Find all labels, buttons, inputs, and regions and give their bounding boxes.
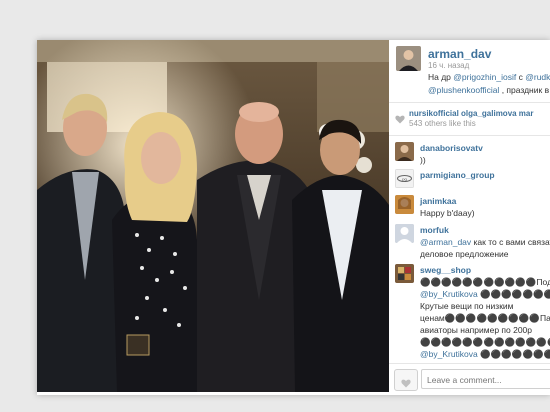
post-modal: arman_dav 16 ч. назад На др @prigozhin_i… <box>37 40 550 395</box>
author-username[interactable]: arman_dav <box>428 47 491 61</box>
comment-text: ⚫⚫⚫⚫⚫⚫⚫⚫⚫⚫⚫Подписыва @by_Krutikova ⚫⚫⚫⚫⚫… <box>420 276 550 360</box>
commenter-avatar[interactable] <box>395 195 414 214</box>
photo-illustration <box>37 40 389 392</box>
comment-line[interactable]: @by_Krutikova ⚫⚫⚫⚫⚫⚫⚫⚫⚫⚫ <box>420 289 550 299</box>
comment-footer: Leave a comment... <box>389 363 550 395</box>
comment-text: @arman_dav как то с вами связать деловое… <box>420 236 550 260</box>
commenter-username[interactable]: danaborisovatv <box>420 143 483 153</box>
commenter-username[interactable]: parmigiano_group <box>420 170 495 180</box>
comment-text: )) <box>420 155 426 165</box>
post-header: arman_dav 16 ч. назад На др @prigozhin_i… <box>389 40 550 102</box>
caption-mention-prigozhin[interactable]: @prigozhin_iosif <box>453 72 516 82</box>
caption-mention-rudkov[interactable]: @rudkov <box>525 72 550 82</box>
comment-line: ценам⚫⚫⚫⚫⚫⚫⚫⚫⚫Панел <box>420 313 550 323</box>
comment-line: как то с вами связать <box>473 237 550 247</box>
svg-text:pg: pg <box>402 177 406 182</box>
author-avatar[interactable] <box>396 46 421 71</box>
likes-count[interactable]: 543 others like this <box>409 119 476 128</box>
commenter-avatar[interactable] <box>395 142 414 161</box>
commenter-username[interactable]: janimkaa <box>420 196 456 206</box>
caption-mention-plushenko[interactable]: @plushenkoofficial <box>428 85 499 95</box>
like-button[interactable] <box>394 369 418 391</box>
heart-icon <box>395 111 405 129</box>
comment-text: Happy b'daay) <box>420 208 475 218</box>
commenter-avatar[interactable] <box>395 224 414 243</box>
comment-mention[interactable]: @arman_dav <box>420 237 471 247</box>
post-caption: На др @prigozhin_iosif с @rudkov @plushe… <box>428 71 550 97</box>
comment-line[interactable]: @by_Krutikova ⚫⚫⚫⚫⚫⚫⚫⚫⚫⚫ <box>420 349 550 359</box>
divider <box>389 135 550 136</box>
comment-input[interactable]: Leave a comment... <box>421 369 550 389</box>
likes-summary: nursikofficial olga_galimova mar 543 oth… <box>409 109 533 129</box>
likers-list[interactable]: nursikofficial olga_galimova mar <box>409 109 533 118</box>
comment-line: ⚫⚫⚫⚫⚫⚫⚫⚫⚫⚫⚫Подписыва <box>420 277 550 287</box>
like-heart-icon <box>401 375 411 393</box>
caption-suffix: , праздник в с <box>501 85 550 95</box>
comment-line: деловое предложение <box>420 249 509 259</box>
caption-mid: с <box>516 72 526 82</box>
caption-prefix: На др <box>428 72 454 82</box>
post-sidebar: arman_dav 16 ч. назад На др @prigozhin_i… <box>389 40 550 395</box>
commenter-avatar[interactable]: pg <box>395 169 414 188</box>
commenter-username[interactable]: sweg__shop <box>420 265 471 275</box>
post-time[interactable]: 16 ч. назад <box>428 61 469 70</box>
comment-line: ⚫⚫⚫⚫⚫⚫⚫⚫⚫⚫⚫⚫⚫⚫⚫⚫ <box>420 337 550 347</box>
commenter-username[interactable]: morfuk <box>420 225 449 235</box>
post-photo[interactable] <box>37 40 389 392</box>
commenter-avatar[interactable] <box>395 264 414 283</box>
comment-line: авиаторы например по 200р <box>420 325 533 335</box>
divider <box>389 102 550 103</box>
comment-line: Крутые вещи по низким <box>420 301 514 311</box>
